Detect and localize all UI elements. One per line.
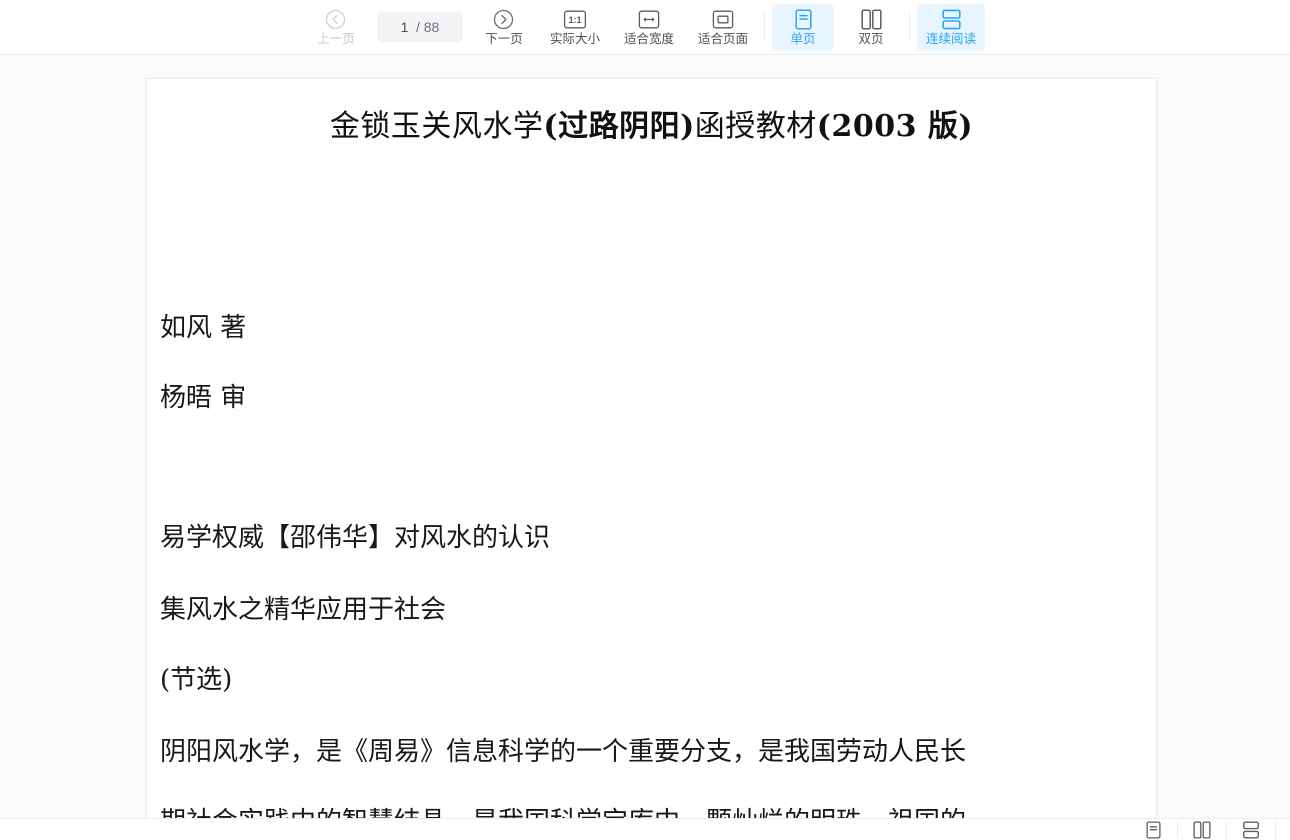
double-page-icon: [860, 8, 882, 30]
bottom-continuous-scroll-button[interactable]: [1227, 819, 1275, 840]
double-page-label: 双页: [858, 32, 884, 46]
bottom-divider-3: [1275, 822, 1276, 838]
pdf-page-1: 金锁玉关风水学(过路阴阳)函授教材(2003 版) 如风 著 杨晤 审 易学权威…: [146, 78, 1157, 840]
page-text-content: 金锁玉关风水学(过路阴阳)函授教材(2003 版) 如风 著 杨晤 审 易学权威…: [147, 79, 1156, 840]
reviewer-line: 杨晤 审: [160, 383, 247, 413]
prev-page-label: 上一页: [317, 32, 355, 46]
single-page-icon: [794, 8, 812, 30]
fit-width-button[interactable]: 适合宽度: [615, 4, 683, 51]
bottom-single-page-button[interactable]: [1129, 819, 1177, 840]
title-part-4: (2003 版): [816, 109, 974, 144]
section-heading-1: 易学权威【邵伟华】对风水的认识: [160, 523, 551, 553]
page-current-value: 1: [400, 19, 409, 35]
top-toolbar: 上一页 1 / 88 下一页 1:1 实际大小 适合宽度 适合页面 单页 双页 …: [0, 0, 1290, 55]
fit-page-label: 适合页面: [698, 32, 749, 46]
title-part-1: 金锁玉关风水学: [329, 109, 544, 144]
prev-page-button[interactable]: 上一页: [305, 4, 367, 51]
bottom-double-page-button[interactable]: [1178, 819, 1226, 840]
svg-text:1:1: 1:1: [568, 15, 581, 25]
body-paragraph-line-1: 阴阳风水学，是《周易》信息科学的一个重要分支，是我国劳动人民长: [160, 737, 967, 767]
toolbar-divider-2: [909, 12, 911, 42]
continuous-scroll-icon: [941, 8, 962, 30]
fit-page-button[interactable]: 适合页面: [689, 4, 757, 51]
pdf-reader-window: 上一页 1 / 88 下一页 1:1 实际大小 适合宽度 适合页面 单页 双页 …: [0, 0, 1290, 840]
single-page-view-button[interactable]: 单页: [772, 3, 835, 51]
actual-size-label: 实际大小: [549, 32, 600, 46]
double-page-icon: [1193, 821, 1211, 839]
single-page-label: 单页: [790, 32, 816, 46]
toolbar-divider: [764, 12, 766, 42]
fit-width-icon: [638, 8, 660, 30]
fit-width-label: 适合宽度: [623, 32, 674, 46]
next-page-button[interactable]: 下一页: [473, 4, 535, 51]
one-to-one-icon: 1:1: [563, 8, 587, 30]
author-line: 如风 著: [160, 313, 247, 343]
double-page-view-button[interactable]: 双页: [840, 4, 902, 51]
single-page-icon: [1145, 821, 1161, 839]
bottom-view-mode-group: [1129, 819, 1276, 840]
chevron-right-circle-icon: [493, 8, 514, 30]
chevron-left-circle-icon: [325, 8, 346, 30]
actual-size-button[interactable]: 1:1 实际大小: [541, 4, 609, 51]
continuous-scroll-icon: [1242, 821, 1260, 839]
document-title: 金锁玉关风水学(过路阴阳)函授教材(2003 版): [147, 105, 1156, 149]
section-heading-3: (节选): [160, 665, 233, 695]
bottom-toolbar: [0, 818, 1290, 840]
continuous-scroll-label: 连续阅读: [926, 32, 977, 46]
fit-page-icon: [712, 8, 734, 30]
page-number-input[interactable]: 1 / 88: [376, 12, 463, 42]
title-part-2: (过路阴阳): [543, 109, 695, 144]
next-page-label: 下一页: [485, 32, 523, 46]
continuous-scroll-button[interactable]: 连续阅读: [917, 3, 986, 51]
title-part-3: 函授教材: [694, 109, 817, 144]
page-total-label: / 88: [415, 19, 440, 35]
toolbar-button-group: 上一页 1 / 88 下一页 1:1 实际大小 适合宽度 适合页面 单页 双页 …: [302, 0, 988, 55]
section-heading-2: 集风水之精华应用于社会: [160, 595, 447, 625]
document-scroll-area[interactable]: 金锁玉关风水学(过路阴阳)函授教材(2003 版) 如风 著 杨晤 审 易学权威…: [0, 55, 1290, 840]
